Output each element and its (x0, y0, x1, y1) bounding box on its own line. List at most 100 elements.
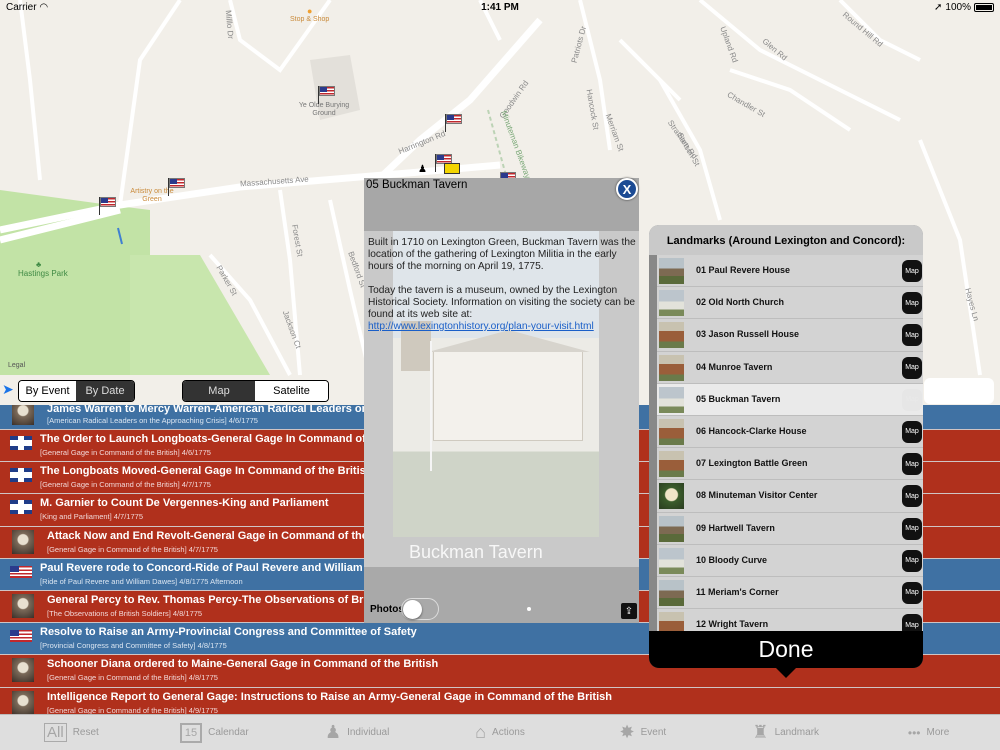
landmark-thumbnail (659, 579, 684, 606)
event-title: General Percy to Rev. Thomas Percy-The O… (47, 593, 387, 606)
landmark-name: 10 Bloody Curve (696, 554, 768, 565)
event-subtitle: [Ride of Paul Revere and William Dawes] … (40, 576, 243, 586)
landmark-thumbnail (659, 386, 684, 413)
battery-icon (974, 3, 994, 12)
locate-me-icon[interactable]: ➤ (2, 381, 18, 397)
portrait-icon (12, 593, 34, 618)
landmark-item[interactable]: 10 Bloody Curve Map (657, 544, 923, 577)
landmark-name: 03 Jason Russell House (696, 329, 800, 340)
yellow-flag-marker[interactable] (444, 163, 460, 174)
tab-event[interactable]: ✸ Event (571, 715, 714, 750)
dialog-description: Built in 1710 on Lexington Green, Buckma… (368, 237, 636, 345)
landmark-item[interactable]: 07 Lexington Battle Green Map (657, 448, 923, 481)
landmark-item[interactable]: 06 Hancock-Clarke House Map (657, 415, 923, 449)
landmark-name: 04 Munroe Tavern (696, 361, 773, 372)
landmark-map-button[interactable]: Map (902, 356, 922, 379)
burst-icon: ✸ (619, 722, 635, 742)
landmark-item[interactable]: 11 Meriam's Corner Map (657, 576, 923, 610)
tab-individual[interactable]: ♟ Individual (286, 715, 429, 750)
landmark-map-button[interactable]: Map (902, 581, 922, 604)
landmark-item[interactable]: 12 Wright Tavern Map (657, 609, 923, 631)
landmark-thumbnail (659, 547, 684, 574)
map-type-satellite-tab[interactable]: Satelite (255, 381, 328, 401)
tree-icon: ♣ (36, 260, 42, 269)
statue-marker-icon[interactable]: ♟ (418, 164, 427, 175)
event-row[interactable]: Intelligence Report to General Gage: Ins… (0, 687, 1000, 715)
us-flag-icon (10, 565, 32, 578)
us-flag-marker[interactable] (446, 114, 462, 124)
landmark-map-button[interactable]: Map (902, 260, 922, 282)
toggle-knob (403, 600, 422, 619)
event-title: The Order to Launch Longboats-General Ga… (40, 433, 386, 445)
portrait-icon (12, 658, 34, 683)
landmark-map-button[interactable]: Map (902, 453, 922, 476)
landmark-item[interactable]: 03 Jason Russell House Map (657, 319, 923, 352)
landmark-map-button[interactable]: Map (902, 420, 922, 443)
landmark-item[interactable]: 08 Minuteman Visitor Center Map (657, 480, 923, 513)
landmark-map-button[interactable]: Map (902, 292, 922, 315)
landmark-map-button[interactable]: Map (902, 388, 922, 411)
us-flag-marker[interactable] (100, 197, 116, 207)
event-title: The Longboats Moved-General Gage In Comm… (40, 465, 373, 478)
poi-park[interactable]: ♣ Hastings Park (18, 260, 68, 278)
photos-label: Photos (370, 604, 404, 615)
by-date-tab[interactable]: By Date (76, 381, 134, 401)
description-paragraph: Built in 1710 on Lexington Green, Buckma… (368, 237, 636, 272)
event-subtitle: [General Gage in Command of the British]… (47, 673, 218, 683)
portrait-icon (12, 405, 34, 425)
tab-label: Individual (347, 727, 390, 738)
tab-label: Calendar (208, 727, 249, 738)
tab-landmark[interactable]: ♜ Landmark (714, 715, 857, 750)
share-icon[interactable]: ⇪ (621, 603, 637, 619)
us-flag-marker[interactable] (169, 178, 185, 188)
landmark-map-button[interactable]: Map (902, 324, 922, 347)
photos-toggle[interactable] (401, 598, 439, 620)
landmarks-header: Landmarks (Around Lexington and Concord)… (649, 225, 923, 255)
landmark-thumbnail (659, 258, 684, 284)
signpost (430, 341, 432, 471)
landmark-item[interactable]: 01 Paul Revere House Map (657, 255, 923, 288)
landmark-name: 01 Paul Revere House (696, 265, 791, 275)
sort-segmented-control: By Event By Date (18, 380, 135, 402)
done-button[interactable]: Done (649, 631, 923, 668)
landmark-name: 11 Meriam's Corner (696, 586, 779, 597)
landmark-item[interactable]: 05 Buckman Tavern Map (657, 383, 923, 416)
uk-flag-icon (10, 436, 32, 450)
landmark-map-button[interactable]: Map (902, 517, 922, 540)
tab-actions[interactable]: ⌂ Actions (429, 715, 572, 750)
by-event-tab[interactable]: By Event (19, 381, 77, 401)
landmark-map-button[interactable]: Map (902, 485, 922, 508)
legal-link[interactable]: Legal (8, 362, 25, 369)
event-subtitle: [American Radical Leaders on the Approac… (47, 416, 258, 425)
event-title: Attack Now and End Revolt-General Gage i… (47, 529, 390, 542)
landmark-map-button[interactable]: Map (902, 614, 922, 631)
landmark-detail-dialog: 05 Buckman Tavern X Built in 1710 on Lex… (364, 178, 639, 623)
landmark-name: 12 Wright Tavern (696, 619, 769, 630)
tab-reset[interactable]: All Reset (0, 715, 143, 750)
event-title: Resolve to Raise an Army-Provincial Cong… (40, 626, 417, 639)
all-icon: All (44, 723, 67, 742)
dialog-footer: Photos ⇪ (364, 567, 639, 623)
clock: 1:41 PM (481, 2, 519, 13)
landmark-list[interactable]: 01 Paul Revere House Map 02 Old North Chur… (657, 255, 923, 631)
landmark-map-button[interactable]: Map (902, 549, 922, 572)
tab-calendar[interactable]: 15 Calendar (143, 715, 286, 750)
portrait-icon (12, 529, 34, 554)
search-field[interactable] (924, 378, 994, 404)
poi-cemetery[interactable]: Ye Olde Burying Ground (296, 102, 352, 118)
event-subtitle: [Provincial Congress and Committee of Sa… (40, 641, 227, 651)
uk-flag-icon (10, 468, 32, 483)
landmark-item[interactable]: 02 Old North Church Map (657, 287, 923, 320)
us-flag-marker[interactable] (319, 86, 335, 96)
close-button[interactable]: X (616, 178, 638, 200)
tab-more[interactable]: ••• More (857, 715, 1000, 750)
map-type-map-tab[interactable]: Map (183, 381, 255, 401)
landmark-item[interactable]: 09 Hartwell Tavern Map (657, 512, 923, 545)
tab-bar: All Reset 15 Calendar ♟ Individual ⌂ Actions ✸ Ev… (0, 714, 1000, 750)
landmark-item[interactable]: 04 Munroe Tavern Map (657, 351, 923, 384)
tab-label: More (926, 727, 950, 738)
park-area (130, 255, 270, 375)
dialog-title: 05 Buckman Tavern (366, 179, 468, 191)
website-link[interactable]: http://www.lexingtonhistory.org/plan-you… (368, 321, 594, 332)
landmark-name: 07 Lexington Battle Green (696, 458, 808, 469)
